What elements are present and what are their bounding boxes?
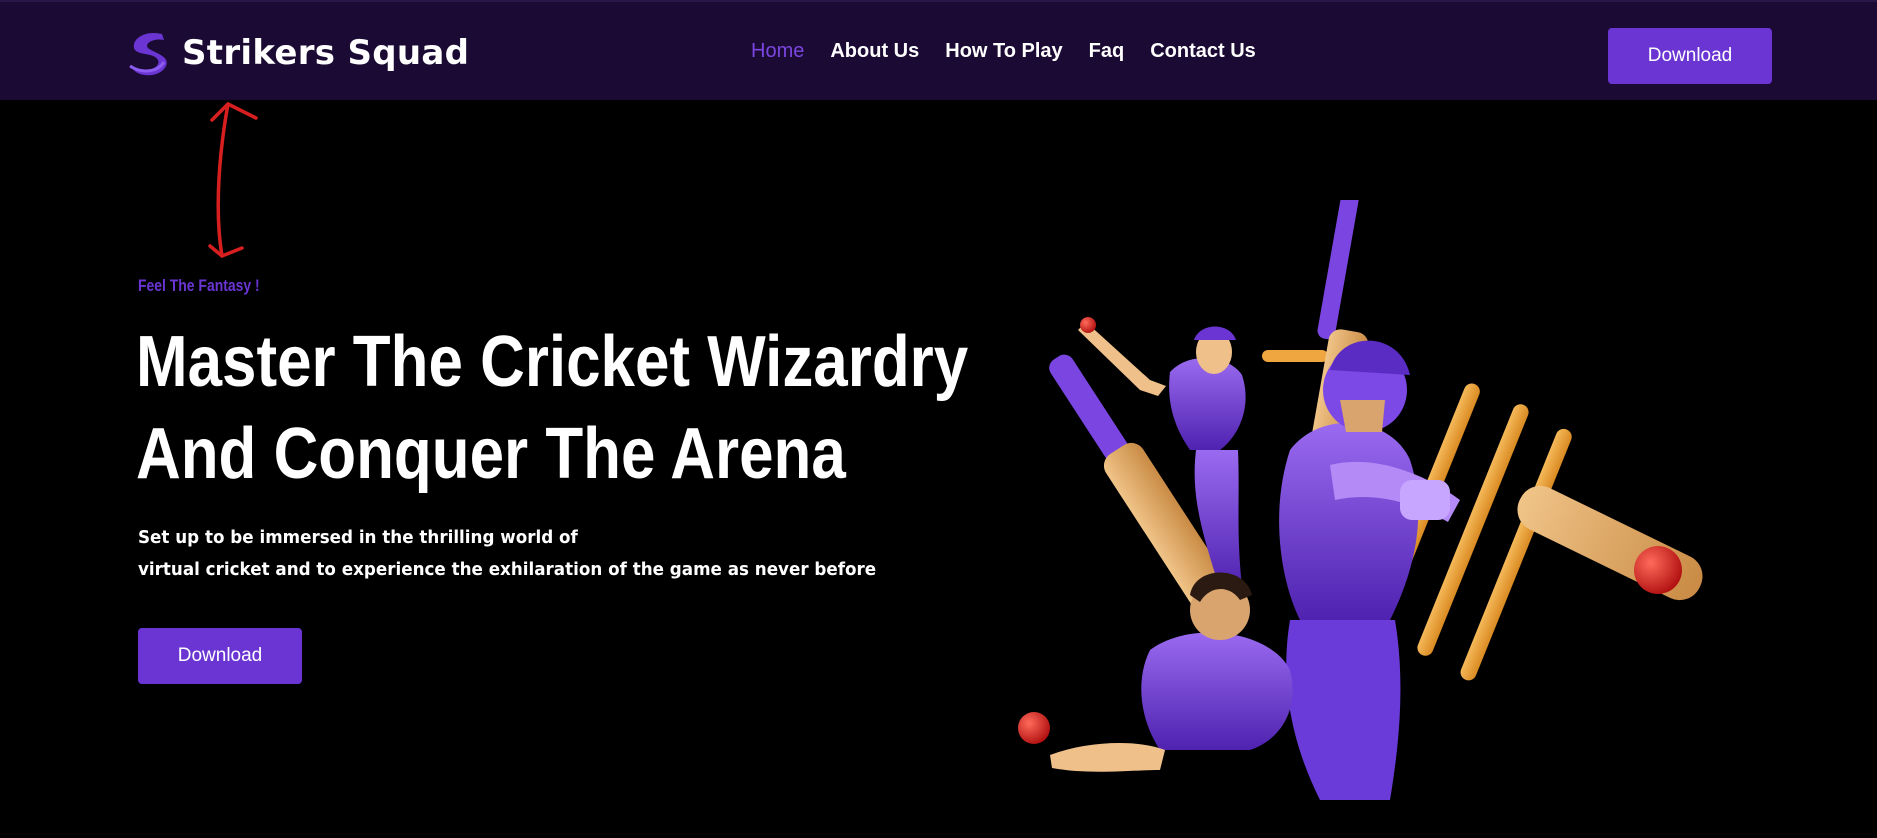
nav-home[interactable]: Home [751,40,804,63]
batsman-figure [1279,340,1460,800]
double-headed-arrow-icon [208,102,258,258]
site-header: Strikers Squad Home About Us How To Play… [0,0,1877,100]
subtext-line-2: virtual cricket and to experience the ex… [138,559,877,580]
brand-logo[interactable]: Strikers Squad [124,28,469,78]
headline-line-2: And Conquer The Arena [136,414,846,494]
hero-subtext: Set up to be immersed in the thrilling w… [138,522,876,586]
ball-right [1634,546,1682,594]
main-nav: Home About Us How To Play Faq Contact Us [751,40,1256,63]
ball-lower-left [1018,712,1050,744]
subtext-line-1: Set up to be immersed in the thrilling w… [138,527,578,548]
nav-about-us[interactable]: About Us [830,40,919,63]
nav-contact-us[interactable]: Contact Us [1150,40,1256,63]
cricket-players-illustration [1018,200,1703,800]
nav-how-to-play[interactable]: How To Play [945,40,1062,63]
hero-download-button[interactable]: Download [138,628,302,684]
fielder-figure [1050,572,1293,772]
hero-tagline: Feel The Fantasy ! [138,276,260,295]
header-download-button[interactable]: Download [1608,28,1772,84]
brand-name: Strikers Squad [182,33,470,73]
strikers-logo-icon [129,32,167,76]
nav-faq[interactable]: Faq [1089,40,1125,63]
headline-line-1: Master The Cricket Wizardry [136,322,969,402]
hero-headline: Master The Cricket Wizardry And Conquer … [136,316,968,500]
